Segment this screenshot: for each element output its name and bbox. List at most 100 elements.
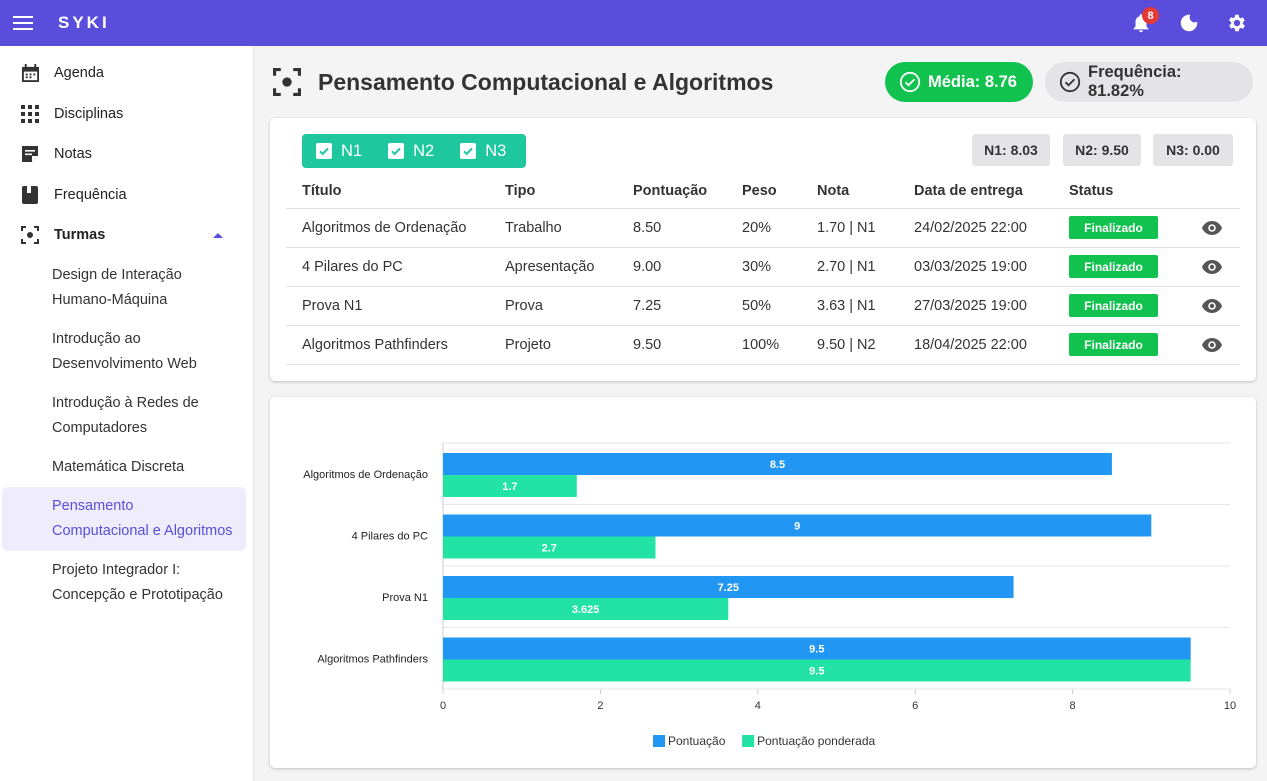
x-tick-label: 8 [1070, 700, 1076, 712]
cell-nota: 1.70 | N1 [817, 208, 914, 248]
cell-tipo: Prova [505, 286, 633, 326]
eye-icon[interactable] [1201, 256, 1223, 278]
bar-value-label: 2.7 [542, 543, 557, 555]
turma-item[interactable]: Matemática Discreta [2, 448, 246, 487]
page-header: Pensamento Computacional e Algoritmos [272, 60, 773, 104]
cell-data: 18/04/2025 22:00 [914, 325, 1069, 365]
n3-score-chip: N3: 0.00 [1153, 134, 1233, 166]
check-circle-icon [899, 71, 921, 93]
status-badge: Finalizado [1069, 216, 1158, 239]
eye-icon[interactable] [1201, 295, 1223, 317]
cell-peso: 50% [742, 286, 817, 326]
cell-data: 24/02/2025 22:00 [914, 208, 1069, 248]
column-header: Título [286, 175, 505, 209]
gear-icon [1229, 14, 1245, 32]
cell-titulo: Prova N1 [286, 286, 505, 326]
category-label: Algoritmos Pathfinders [317, 653, 428, 665]
media-chip: Média: 8.76 [885, 62, 1033, 102]
cell-nota: 3.63 | N1 [817, 286, 914, 326]
cell-pontuacao: 7.25 [633, 286, 742, 326]
sidebar-item-label: Notas [54, 146, 92, 163]
turma-item[interactable]: Introdução ao Desenvolvimento Web [2, 320, 246, 384]
eye-icon[interactable] [1201, 334, 1223, 356]
media-value: Média: 8.76 [928, 72, 1017, 91]
app-brand: SYKI [58, 13, 110, 32]
sidebar-item-turmas[interactable]: Turmas [0, 215, 253, 256]
book-icon [20, 185, 40, 205]
status-badge: Finalizado [1069, 255, 1158, 278]
status-badge: Finalizado [1069, 333, 1158, 356]
sidebar-item-label: Agenda [54, 65, 104, 82]
chevron-up-icon[interactable] [213, 232, 223, 238]
cell-pontuacao: 8.50 [633, 208, 742, 248]
bar-value-label: 8.5 [770, 459, 785, 471]
menu-icon[interactable] [0, 0, 46, 46]
cell-titulo: Algoritmos Pathfinders [286, 325, 505, 365]
cell-nota: 9.50 | N2 [817, 325, 914, 365]
sidebar-item-label: Frequência [54, 186, 127, 203]
table-header-row: Título Tipo Pontuação Peso Nota Data de … [286, 175, 1240, 209]
filter-n1[interactable]: N1 [316, 142, 362, 161]
sidebar-item-notas[interactable]: Notas [0, 134, 253, 175]
category-label: Algoritmos de Ordenação [303, 469, 428, 481]
calendar-icon [20, 63, 40, 83]
cell-tipo: Apresentação [505, 247, 633, 287]
column-header: Tipo [505, 175, 633, 209]
filter-label: N3 [485, 141, 507, 160]
eye-icon[interactable] [1201, 217, 1223, 239]
grades-table: Título Tipo Pontuação Peso Nota Data de … [286, 175, 1240, 365]
cell-data: 27/03/2025 19:00 [914, 286, 1069, 326]
checkbox-checked-icon [388, 143, 405, 159]
cell-nota: 2.70 | N1 [817, 247, 914, 287]
sidebar-item-agenda[interactable]: Agenda [0, 53, 253, 94]
cell-peso: 100% [742, 325, 817, 365]
checkbox-checked-icon [316, 143, 332, 159]
cell-pontuacao: 9.50 [633, 325, 742, 365]
cell-titulo: Algoritmos de Ordenação [286, 208, 505, 248]
checkbox-checked-icon [460, 143, 477, 159]
x-tick-label: 6 [912, 700, 918, 712]
cell-data: 03/03/2025 19:00 [914, 247, 1069, 287]
period-filters: N1 N2 N3 [302, 134, 526, 168]
n1-score-chip: N1: 8.03 [972, 134, 1050, 166]
sidebar-item-disciplinas[interactable]: Disciplinas [0, 94, 253, 135]
column-header: Nota [817, 175, 914, 209]
filter-n3[interactable]: N3 [460, 142, 506, 161]
focus-icon [20, 225, 40, 245]
legend-label: Pontuação [668, 734, 726, 748]
cell-titulo: 4 Pilares do PC [286, 247, 505, 287]
page-title: Pensamento Computacional e Algoritmos [318, 68, 774, 95]
turma-item-active[interactable]: Pensamento Computacional e Algoritmos [2, 486, 246, 551]
turma-item[interactable]: Introdução à Redes de Computadores [2, 384, 246, 448]
x-tick-label: 10 [1224, 700, 1236, 712]
legend-swatch [742, 735, 755, 747]
cell-tipo: Projeto [505, 325, 633, 365]
column-header: Pontuação [633, 175, 742, 209]
bar-value-label: 3.625 [572, 604, 600, 616]
filter-n2[interactable]: N2 [388, 142, 434, 161]
grades-bar-chart: 0 2 4 6 8 10 Algoritmos de Ordenação 8.5 1.7 4 Pi… [303, 442, 1236, 748]
bar-value-label: 7.25 [718, 582, 739, 594]
notifications-button[interactable]: 8 [1121, 3, 1161, 43]
x-tick-label: 0 [440, 700, 446, 712]
bar-value-label: 9 [794, 521, 800, 533]
status-badge: Finalizado [1069, 294, 1158, 317]
frequencia-chip: Frequência: 81.82% [1045, 62, 1253, 102]
sidebar-item-frequencia[interactable]: Frequência [0, 175, 253, 216]
cell-peso: 30% [742, 247, 817, 287]
turma-item[interactable]: Projeto Integrador I: Concepção e Protot… [2, 551, 246, 615]
settings-button[interactable] [1217, 3, 1257, 43]
n2-score-chip: N2: 9.50 [1063, 134, 1141, 166]
dark-mode-button[interactable] [1169, 3, 1209, 43]
chart-card: 0 2 4 6 8 10 Algoritmos de Ordenação 8.5 1.7 4 Pi… [270, 397, 1256, 768]
focus-icon [272, 67, 302, 97]
moon-icon [1180, 14, 1198, 32]
check-circle-icon [1059, 71, 1081, 93]
bar-value-label: 9.5 [809, 644, 824, 656]
cell-pontuacao: 9.00 [633, 247, 742, 287]
table-row: Algoritmos Pathfinders Projeto 9.50 100%… [286, 325, 1240, 365]
turma-item[interactable]: Design de Interação Humano-Máquina [2, 256, 246, 320]
notification-badge: 8 [1142, 7, 1159, 24]
category-label: Prova N1 [382, 592, 428, 604]
column-header: Data de entrega [914, 175, 1069, 209]
